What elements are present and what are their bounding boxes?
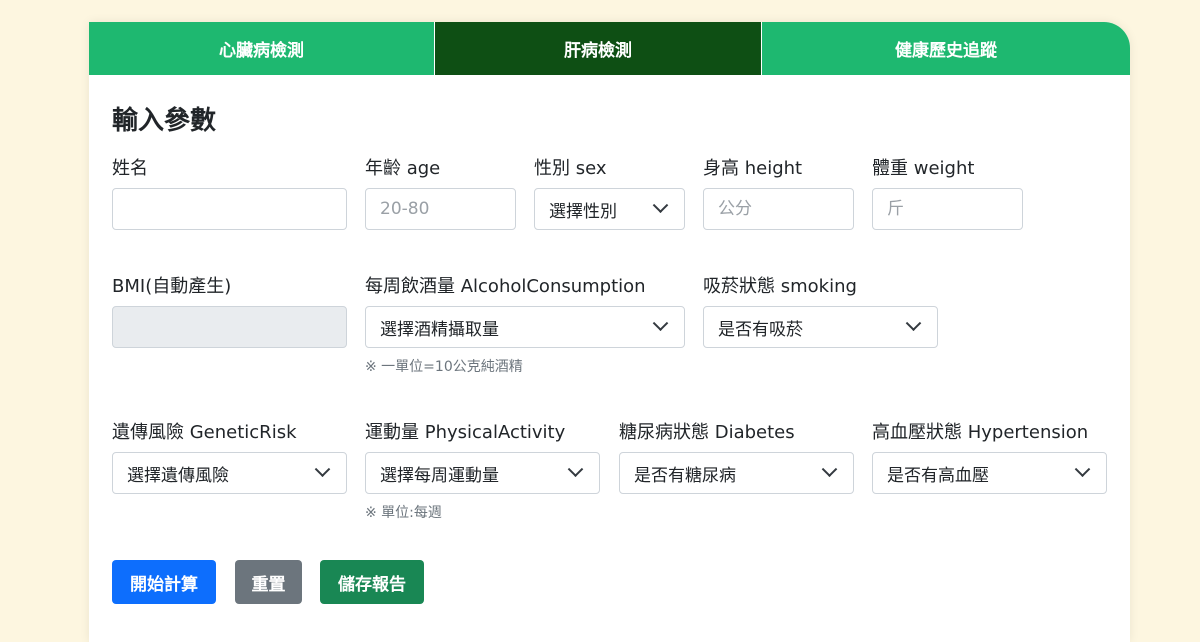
chevron-down-icon bbox=[652, 314, 669, 331]
smoking-label: 吸菸狀態 smoking bbox=[703, 276, 857, 297]
smoking-select-value: 是否有吸菸 bbox=[718, 319, 803, 340]
activity-hint: ※ 單位:每週 bbox=[365, 505, 442, 521]
sex-select[interactable]: 選擇性別 bbox=[534, 188, 685, 230]
bmi-field bbox=[112, 306, 347, 348]
tab-health-history[interactable]: 健康歷史追蹤 bbox=[762, 22, 1130, 75]
diabetes-label: 糖尿病狀態 Diabetes bbox=[619, 422, 795, 443]
diabetes-select[interactable]: 是否有糖尿病 bbox=[619, 452, 854, 494]
name-label: 姓名 bbox=[112, 158, 148, 179]
hypertension-select-value: 是否有高血壓 bbox=[887, 465, 989, 486]
sex-label: 性別 sex bbox=[534, 158, 607, 179]
hypertension-select[interactable]: 是否有高血壓 bbox=[872, 452, 1107, 494]
chevron-down-icon bbox=[905, 314, 922, 331]
hypertension-label: 高血壓狀態 Hypertension bbox=[872, 422, 1089, 443]
chevron-down-icon bbox=[821, 460, 838, 477]
form-card: 心臟病檢測 肝病檢測 健康歷史追蹤 輸入參數 姓名 年齡 age 性別 sex … bbox=[89, 22, 1130, 642]
name-input[interactable] bbox=[112, 188, 347, 230]
chevron-down-icon bbox=[314, 460, 331, 477]
alcohol-hint: ※ 一單位=10公克純酒精 bbox=[365, 359, 523, 375]
tab-liver-disease[interactable]: 肝病檢測 bbox=[435, 22, 762, 75]
chevron-down-icon bbox=[1074, 460, 1091, 477]
save-report-button[interactable]: 儲存報告 bbox=[320, 560, 424, 604]
weight-label: 體重 weight bbox=[872, 158, 975, 179]
sex-select-value: 選擇性別 bbox=[549, 201, 617, 222]
calculate-button[interactable]: 開始計算 bbox=[112, 560, 216, 604]
age-input[interactable] bbox=[365, 188, 516, 230]
chevron-down-icon bbox=[567, 460, 584, 477]
bmi-label: BMI(自動產生) bbox=[112, 276, 232, 297]
activity-select[interactable]: 選擇每周運動量 bbox=[365, 452, 600, 494]
genetic-select[interactable]: 選擇遺傳風險 bbox=[112, 452, 347, 494]
reset-button[interactable]: 重置 bbox=[235, 560, 302, 604]
genetic-select-value: 選擇遺傳風險 bbox=[127, 465, 229, 486]
diabetes-select-value: 是否有糖尿病 bbox=[634, 465, 736, 486]
height-input[interactable] bbox=[703, 188, 854, 230]
genetic-label: 遺傳風險 GeneticRisk bbox=[112, 422, 297, 443]
age-label: 年齡 age bbox=[365, 158, 441, 179]
tab-bar: 心臟病檢測 肝病檢測 健康歷史追蹤 bbox=[89, 22, 1130, 75]
chevron-down-icon bbox=[652, 196, 669, 213]
activity-label: 運動量 PhysicalActivity bbox=[365, 422, 566, 443]
weight-input[interactable] bbox=[872, 188, 1023, 230]
alcohol-label: 每周飲酒量 AlcoholConsumption bbox=[365, 276, 646, 297]
section-title: 輸入參數 bbox=[112, 106, 217, 136]
tab-heart-disease[interactable]: 心臟病檢測 bbox=[89, 22, 435, 75]
activity-select-value: 選擇每周運動量 bbox=[380, 465, 499, 486]
alcohol-select[interactable]: 選擇酒精攝取量 bbox=[365, 306, 685, 348]
alcohol-select-value: 選擇酒精攝取量 bbox=[380, 319, 499, 340]
height-label: 身高 height bbox=[703, 158, 803, 179]
smoking-select[interactable]: 是否有吸菸 bbox=[703, 306, 938, 348]
